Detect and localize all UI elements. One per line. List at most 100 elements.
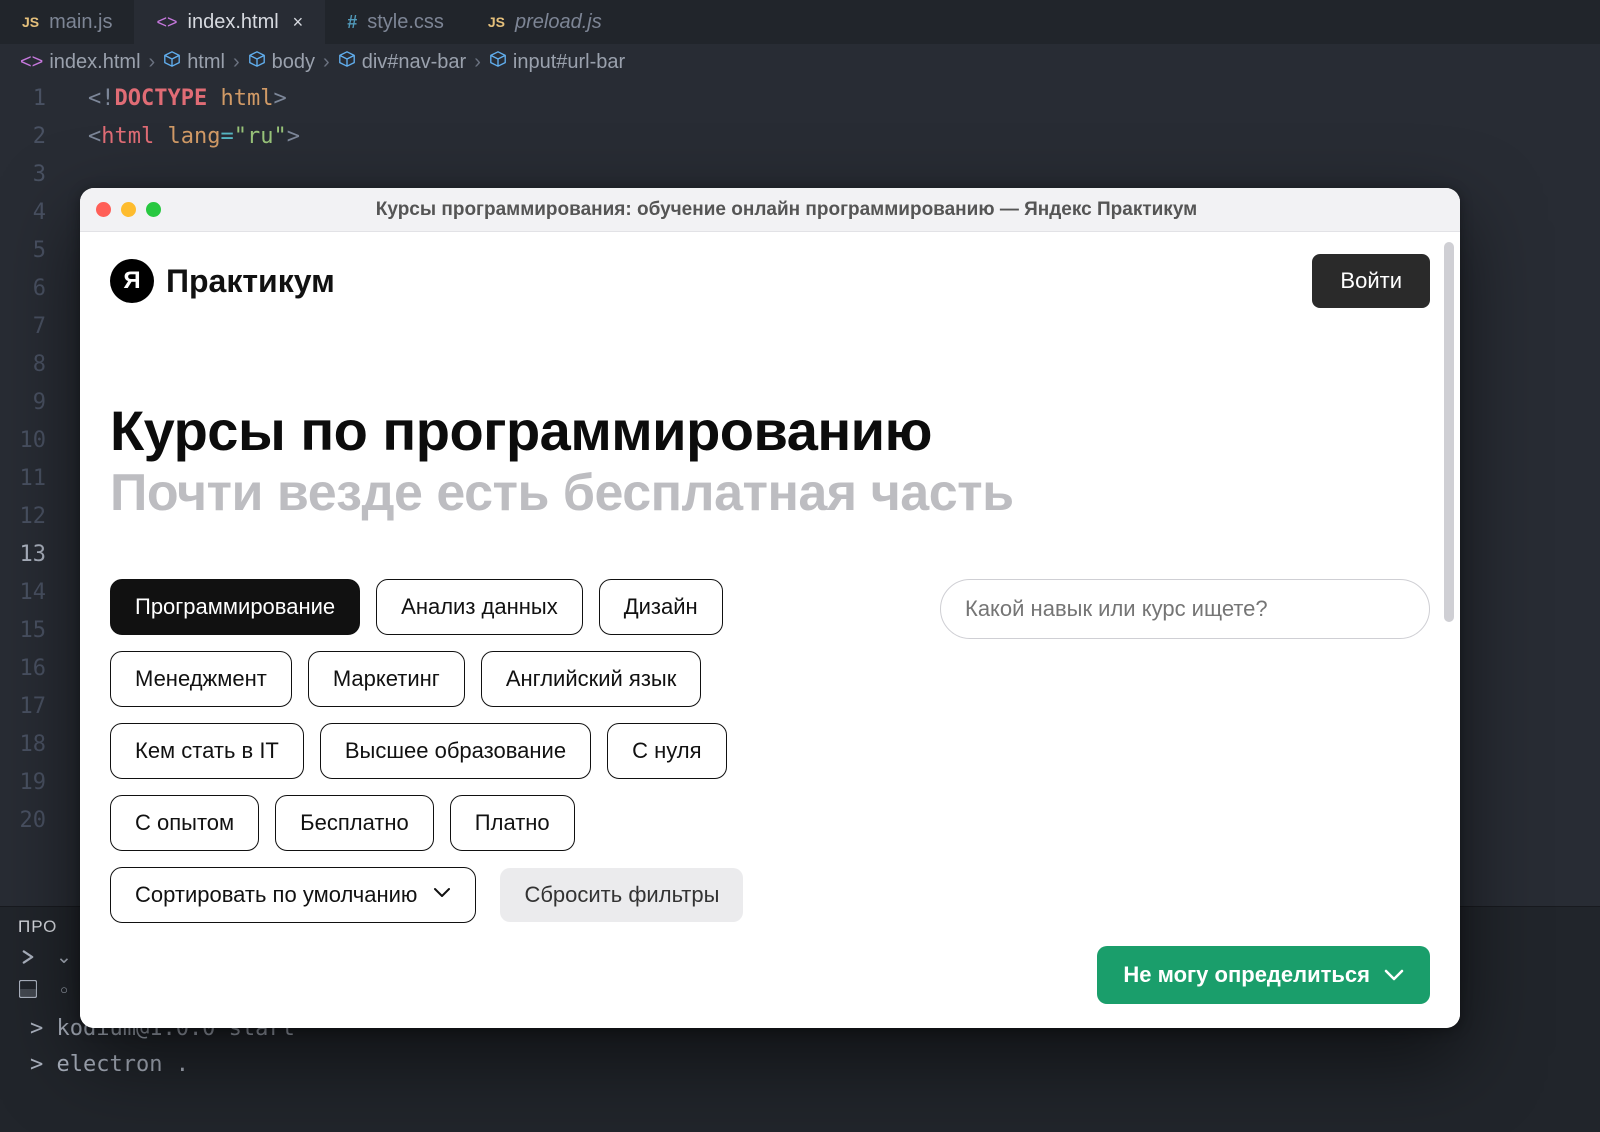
breadcrumb-item[interactable]: <> index.html [20, 51, 141, 74]
line-number-gutter: 1234567891011121314151617181920 [0, 80, 70, 980]
category-chip[interactable]: Анализ данных [376, 579, 583, 635]
chevron-right-icon: › [474, 51, 481, 74]
scrollbar-thumb[interactable] [1444, 242, 1454, 622]
breadcrumb-label: html [187, 51, 225, 74]
app-window: Курсы программирования: обучение онлайн … [80, 188, 1460, 1028]
breadcrumb: <>index.html›html›body›div#nav-bar›input… [0, 44, 1600, 80]
line-number: 6 [0, 270, 46, 308]
sort-label: Сортировать по умолчанию [135, 882, 417, 908]
breadcrumb-item[interactable]: html [163, 50, 225, 74]
breadcrumb-label: body [272, 51, 315, 74]
chevron-down-icon[interactable]: ⌄ [52, 945, 76, 969]
breadcrumb-item[interactable]: body [248, 50, 315, 74]
category-chip[interactable]: С опытом [110, 795, 259, 851]
help-choose-button[interactable]: Не могу определиться [1097, 946, 1430, 1004]
reset-filters-button[interactable]: Сбросить фильтры [500, 868, 743, 922]
search-input[interactable] [940, 579, 1430, 639]
tab-label: index.html [188, 11, 279, 34]
line-number: 5 [0, 232, 46, 270]
close-window-icon[interactable] [96, 202, 111, 217]
breadcrumb-label: div#nav-bar [362, 51, 467, 74]
line-number: 3 [0, 156, 46, 194]
breadcrumb-label: input#url-bar [513, 51, 625, 74]
category-chip[interactable]: Менеджмент [110, 651, 292, 707]
symbol-element-icon [248, 50, 266, 74]
sort-reset-row: Сортировать по умолчанию Сбросить фильтр… [110, 867, 1430, 923]
breadcrumb-item[interactable]: input#url-bar [489, 50, 625, 74]
tab-label: main.js [49, 11, 112, 34]
page-subtitle: Почти везде есть бесплатная часть [110, 463, 1430, 523]
editor-tab[interactable]: JS preload.js [466, 0, 624, 44]
file-type-icon: JS [488, 14, 505, 30]
code-line: <html lang="ru"> [88, 118, 1600, 156]
category-chip[interactable]: Английский язык [481, 651, 702, 707]
filters-section: Программирование Анализ данных Дизайн Менед… [110, 579, 1430, 851]
line-number: 8 [0, 346, 46, 384]
login-button[interactable]: Войти [1312, 254, 1430, 308]
editor-tabs: JS main.js <> index.html × # style.css JS preloa… [0, 0, 1600, 44]
line-number: 14 [0, 574, 46, 612]
category-chip[interactable]: Маркетинг [308, 651, 465, 707]
category-chip[interactable]: Дизайн [599, 579, 723, 635]
symbol-element-icon [338, 50, 356, 74]
file-type-icon: <> [156, 12, 177, 33]
breadcrumb-label: index.html [49, 51, 140, 74]
editor-tab[interactable]: <> index.html × [134, 0, 325, 44]
line-number: 10 [0, 422, 46, 460]
line-number: 4 [0, 194, 46, 232]
line-number: 15 [0, 612, 46, 650]
category-chip[interactable]: Высшее образование [320, 723, 591, 779]
chevron-down-icon [1384, 968, 1404, 982]
window-titlebar[interactable]: Курсы программирования: обучение онлайн … [80, 188, 1460, 232]
tab-label: preload.js [515, 11, 602, 34]
close-tab-icon[interactable]: × [293, 12, 304, 33]
line-number: 7 [0, 308, 46, 346]
chevron-down-icon [433, 886, 451, 904]
window-traffic-lights [96, 202, 161, 217]
category-chip[interactable]: Кем стать в IT [110, 723, 304, 779]
editor-tab[interactable]: # style.css [325, 0, 466, 44]
line-number: 12 [0, 498, 46, 536]
logo-text: Практикум [166, 263, 335, 300]
circle-icon[interactable]: ○ [52, 977, 76, 1001]
help-choose-label: Не могу определиться [1123, 962, 1370, 988]
symbol-element-icon [489, 50, 507, 74]
browser-viewport: Я Практикум Войти Курсы по программирова… [80, 232, 1460, 1028]
category-chip[interactable]: Бесплатно [275, 795, 434, 851]
category-chip[interactable]: С нуля [607, 723, 726, 779]
line-number: 9 [0, 384, 46, 422]
maximize-window-icon[interactable] [146, 202, 161, 217]
site-logo[interactable]: Я Практикум [110, 259, 335, 303]
terminal-panel-icon[interactable] [16, 977, 40, 1001]
chevron-right-icon[interactable] [16, 945, 40, 969]
line-number: 1 [0, 80, 46, 118]
site-header: Я Практикум Войти [110, 254, 1430, 308]
code-line: <!DOCTYPE html> [88, 80, 1600, 118]
search-wrap [940, 579, 1430, 639]
minimize-window-icon[interactable] [121, 202, 136, 217]
category-chip[interactable]: Программирование [110, 579, 360, 635]
tab-label: style.css [367, 11, 444, 34]
category-chips: Программирование Анализ данных Дизайн Менед… [110, 579, 850, 851]
window-title: Курсы программирования: обучение онлайн … [169, 199, 1444, 221]
hero-section: Курсы по программированию Почти везде ес… [110, 398, 1430, 523]
logo-mark-icon: Я [110, 259, 154, 303]
terminal-line: > electron . [30, 1047, 1570, 1083]
chevron-right-icon: › [149, 51, 156, 74]
symbol-element-icon [163, 50, 181, 74]
file-type-icon: # [347, 12, 357, 33]
line-number: 13 [0, 536, 46, 574]
chevron-right-icon: › [323, 51, 330, 74]
line-number: 17 [0, 688, 46, 726]
line-number: 11 [0, 460, 46, 498]
category-chip[interactable]: Платно [450, 795, 575, 851]
breadcrumb-item[interactable]: div#nav-bar [338, 50, 467, 74]
editor-tab[interactable]: JS main.js [0, 0, 134, 44]
file-type-icon: JS [22, 14, 39, 30]
line-number: 19 [0, 764, 46, 802]
file-html-icon: <> [20, 51, 43, 74]
line-number: 2 [0, 118, 46, 156]
sort-dropdown[interactable]: Сортировать по умолчанию [110, 867, 476, 923]
line-number: 18 [0, 726, 46, 764]
line-number: 16 [0, 650, 46, 688]
